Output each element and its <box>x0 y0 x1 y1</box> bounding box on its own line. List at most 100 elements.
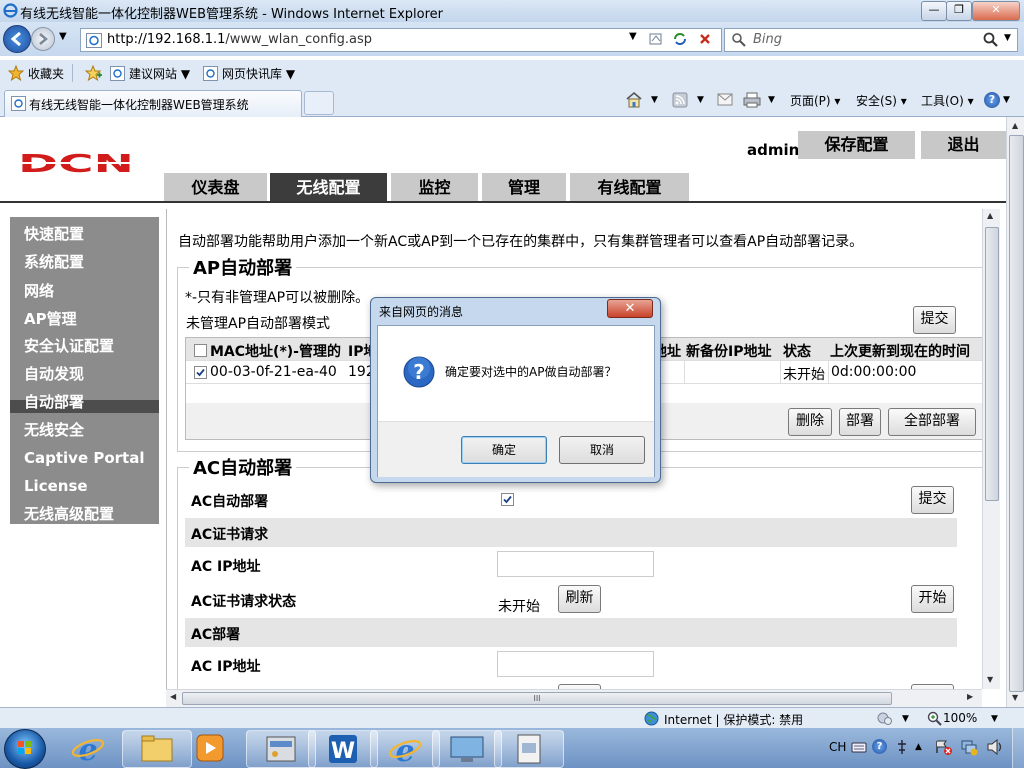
dialog-ok-button[interactable]: 确定 <box>461 436 547 464</box>
refresh-button[interactable]: 刷新 <box>558 585 601 613</box>
refresh-icon[interactable] <box>672 31 688 47</box>
delete-button[interactable]: 删除 <box>788 408 832 436</box>
remote-desktop-taskbar-button[interactable] <box>432 730 502 768</box>
scroll-up-icon[interactable]: ▲ <box>987 211 993 220</box>
page-menu[interactable]: 页面(P) ▾ <box>790 92 840 109</box>
scroll-right-icon[interactable]: ▶ <box>967 692 973 701</box>
tab-monitor[interactable]: 监控 <box>391 173 478 203</box>
ie-taskbar-icon[interactable]: e <box>70 732 106 764</box>
browser-tab[interactable]: 有线无线智能一体化控制器WEB管理系统 <box>4 90 302 117</box>
history-dropdown-icon[interactable]: ▼ <box>59 31 67 42</box>
sidebar-item-quick-config[interactable]: 快速配置 <box>24 223 84 244</box>
sidebar-item-wireless-advanced[interactable]: 无线高级配置 <box>24 503 114 524</box>
home-dropdown-icon[interactable]: ▼ <box>651 95 658 105</box>
print-icon[interactable] <box>743 92 761 108</box>
row-checkbox[interactable] <box>194 366 207 379</box>
close-window-button[interactable]: ✕ <box>972 1 1020 21</box>
input-language[interactable]: CH <box>829 740 846 754</box>
web-slice-gallery-link[interactable]: 网页快讯库 ▼ <box>222 65 295 82</box>
page-scroll-thumb[interactable] <box>1009 135 1024 692</box>
search-dropdown-icon[interactable]: ▼ <box>1004 33 1011 43</box>
help-dropdown-icon[interactable]: ▼ <box>1003 95 1010 105</box>
tray-settings-icon[interactable] <box>896 738 908 756</box>
ac-ip-input[interactable] <box>497 551 654 577</box>
ac-auto-deploy-checkbox[interactable] <box>501 493 514 506</box>
help-icon[interactable]: ? <box>984 92 1000 108</box>
print-dropdown-icon[interactable]: ▼ <box>768 95 775 105</box>
scroll-left-icon[interactable]: ◀ <box>170 692 176 701</box>
save-config-button[interactable]: 保存配置 <box>798 131 915 159</box>
search-box[interactable]: Bing ▼ <box>724 28 1018 52</box>
restore-button[interactable]: ❐ <box>946 1 972 21</box>
show-desktop-button[interactable] <box>1012 728 1024 768</box>
content-vertical-scrollbar[interactable]: ▲ ▼ <box>982 209 1000 689</box>
tools-menu[interactable]: 工具(O) ▾ <box>921 92 974 109</box>
start-button[interactable] <box>4 729 46 769</box>
add-favorite-icon[interactable] <box>85 65 102 81</box>
tray-expand-icon[interactable]: ▲ <box>915 742 922 752</box>
protected-mode-icon[interactable] <box>876 711 894 726</box>
address-bar[interactable]: http://192.168.1.1/www_wlan_config.asp ▼ <box>80 28 722 52</box>
mail-icon[interactable] <box>717 93 733 106</box>
search-icon[interactable] <box>983 32 999 48</box>
sidebar-item-ap-management[interactable]: AP管理 <box>24 308 77 329</box>
tray-help-icon[interactable]: ? <box>872 739 887 754</box>
tab-wireless-config[interactable]: 无线配置 <box>270 173 387 203</box>
sidebar-item-network[interactable]: 网络 <box>24 280 54 301</box>
ac-ip-input-2[interactable] <box>497 651 654 677</box>
hscroll-thumb[interactable]: III <box>182 692 892 705</box>
tab-dashboard[interactable]: 仪表盘 <box>164 173 267 203</box>
volume-icon[interactable] <box>986 739 1004 755</box>
zoom-level[interactable]: 100% <box>943 711 977 725</box>
keyboard-icon[interactable] <box>851 740 867 754</box>
page-scroll-down-icon[interactable]: ▼ <box>1012 693 1018 702</box>
forward-button[interactable] <box>31 27 55 51</box>
ie-active-taskbar-button[interactable]: e <box>370 730 440 768</box>
feeds-icon[interactable] <box>672 92 688 108</box>
select-all-checkbox[interactable] <box>194 344 207 357</box>
control-panel-taskbar-button[interactable] <box>246 730 316 768</box>
network-tool-taskbar-button[interactable] <box>494 730 564 768</box>
deploy-button[interactable]: 部署 <box>839 408 881 436</box>
sidebar-item-license[interactable]: License <box>24 477 88 495</box>
content-horizontal-scrollbar[interactable]: ◀ III ▶ <box>166 689 982 707</box>
page-scroll-up-icon[interactable]: ▲ <box>1012 121 1018 130</box>
page-vertical-scrollbar[interactable]: ▲ ▼ <box>1006 117 1024 707</box>
wps-taskbar-button[interactable]: W <box>308 730 378 768</box>
scroll-down-icon[interactable]: ▼ <box>987 675 993 684</box>
logout-button[interactable]: 退出 <box>921 131 1006 159</box>
dialog-cancel-button[interactable]: 取消 <box>559 436 645 464</box>
ap-submit-button[interactable]: 提交 <box>913 306 956 334</box>
media-player-icon[interactable] <box>194 733 226 763</box>
sidebar-item-security-auth[interactable]: 安全认证配置 <box>24 335 114 356</box>
sidebar-item-wireless-security[interactable]: 无线安全 <box>24 419 84 440</box>
safety-menu[interactable]: 安全(S) ▾ <box>856 92 907 109</box>
protected-mode-dropdown-icon[interactable]: ▼ <box>902 714 909 724</box>
start-button[interactable]: 开始 <box>911 585 954 613</box>
ac-submit-button[interactable]: 提交 <box>911 486 954 514</box>
sidebar-item-auto-discovery[interactable]: 自动发现 <box>24 363 84 384</box>
sidebar-item-system-config[interactable]: 系统配置 <box>24 251 84 272</box>
minimize-button[interactable]: — <box>921 1 947 21</box>
address-dropdown-icon[interactable]: ▼ <box>629 31 637 42</box>
favorites-button[interactable]: 收藏夹 <box>28 65 64 82</box>
feeds-dropdown-icon[interactable]: ▼ <box>697 95 704 105</box>
deploy-all-button[interactable]: 全部部署 <box>888 408 976 436</box>
explorer-taskbar-button[interactable] <box>122 730 192 768</box>
search-input[interactable]: Bing <box>753 32 782 47</box>
sidebar-item-auto-deploy[interactable]: 自动部署 <box>24 391 84 412</box>
home-icon[interactable] <box>625 91 643 108</box>
tab-wired-config[interactable]: 有线配置 <box>570 173 689 203</box>
scroll-thumb[interactable] <box>985 227 999 501</box>
zoom-dropdown-icon[interactable]: ▼ <box>991 714 998 724</box>
dialog-close-button[interactable]: ✕ <box>607 299 653 318</box>
stop-icon[interactable] <box>697 31 713 47</box>
back-button[interactable] <box>3 25 31 53</box>
tab-management[interactable]: 管理 <box>482 173 566 203</box>
network-icon[interactable] <box>960 738 978 756</box>
sidebar-item-captive-portal[interactable]: Captive Portal <box>24 449 144 467</box>
action-center-icon[interactable] <box>935 739 953 755</box>
zoom-icon[interactable] <box>927 711 942 726</box>
new-tab-button[interactable] <box>304 91 334 115</box>
compatibility-icon[interactable] <box>648 31 664 47</box>
